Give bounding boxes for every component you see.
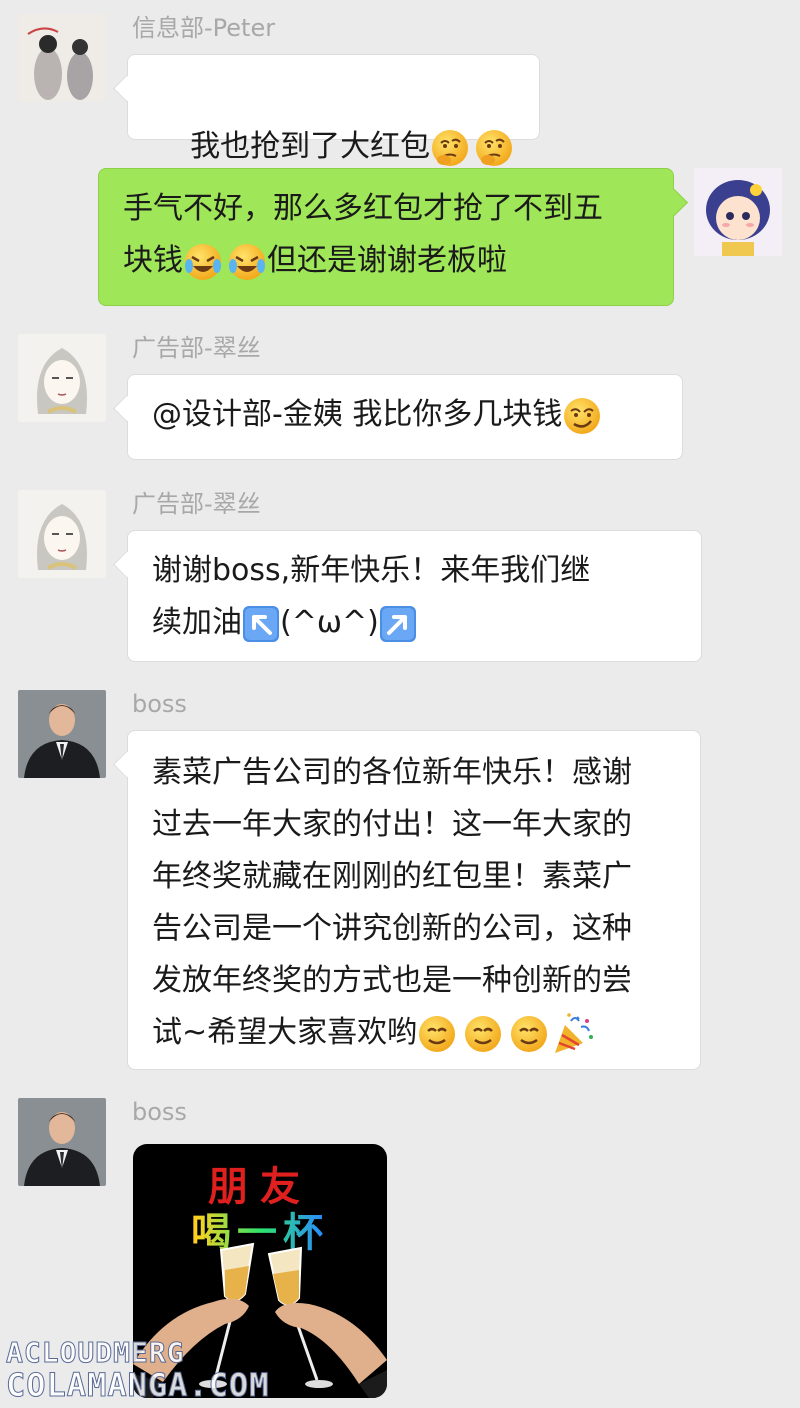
sender-name: 广告部-翠丝 bbox=[132, 334, 261, 362]
avatar-boss[interactable] bbox=[18, 690, 106, 778]
message-bubble[interactable]: 谢谢boss,新年快乐！来年我们继 续加油 (^ω^) bbox=[127, 530, 702, 662]
avatar-self[interactable] bbox=[694, 168, 782, 256]
smile-face-icon bbox=[465, 1015, 502, 1052]
sender-name: boss bbox=[132, 1098, 187, 1126]
message-text-line1: 素菜广告公司的各位新年快乐！感谢 bbox=[152, 755, 632, 790]
tears-of-joy-icon bbox=[185, 243, 221, 280]
cartoon-girl-avatar-icon bbox=[694, 168, 782, 256]
kaomoji-text: (^ω^) bbox=[280, 605, 379, 640]
message-text-line2: 块钱 bbox=[123, 243, 183, 278]
message-bubble-outgoing[interactable]: 手气不好，那么多红包才抢了不到五 块钱 但还是谢谢老板啦 bbox=[98, 168, 674, 306]
message-bubble[interactable]: @设计部-金姨 我比你多几块钱 bbox=[127, 374, 683, 460]
message-text-line1: 手气不好，那么多红包才抢了不到五 bbox=[123, 191, 603, 226]
avatar-cuisi[interactable] bbox=[18, 334, 106, 422]
watermark-line1: ACLOUDMERG bbox=[6, 1336, 185, 1370]
party-popper-icon bbox=[555, 1012, 594, 1053]
message-bubble[interactable]: 素菜广告公司的各位新年快乐！感谢 过去一年大家的付出！这一年大家的 年终奖就藏在… bbox=[127, 730, 701, 1070]
sender-name: 广告部-翠丝 bbox=[132, 490, 261, 518]
message-text-line3: 年终奖就藏在刚刚的红包里！素菜广 bbox=[152, 859, 632, 894]
arrow-upper-right-icon bbox=[379, 605, 416, 642]
businessman-avatar-icon bbox=[18, 1098, 106, 1186]
message-text-line6: 试~希望大家喜欢哟 bbox=[152, 1015, 418, 1050]
message-text-line5: 发放年终奖的方式也是一种创新的尝 bbox=[152, 963, 632, 998]
businessman-avatar-icon bbox=[18, 690, 106, 778]
smirk-face-icon bbox=[564, 397, 601, 434]
thinking-face-icon bbox=[432, 129, 469, 166]
message-text-line2: 续加油 bbox=[152, 605, 242, 640]
message-text: 我也抢到了大红包 bbox=[190, 129, 431, 164]
message-text-line2-end: 但还是谢谢老板啦 bbox=[267, 243, 507, 278]
message-text-line4: 告公司是一个讲究创新的公司，这种 bbox=[152, 911, 632, 946]
sender-name: 信息部-Peter bbox=[132, 14, 276, 42]
smile-face-icon bbox=[511, 1015, 548, 1052]
sketch-woman-avatar-icon bbox=[18, 490, 106, 578]
thinking-face-icon bbox=[476, 129, 513, 166]
avatar-peter[interactable] bbox=[18, 14, 106, 102]
arrow-upper-left-icon bbox=[243, 605, 279, 642]
message-text-line2: 过去一年大家的付出！这一年大家的 bbox=[152, 807, 632, 842]
sender-name: boss bbox=[132, 690, 187, 718]
avatar-boss[interactable] bbox=[18, 1098, 106, 1186]
tears-of-joy-icon bbox=[229, 243, 265, 280]
smile-face-icon bbox=[419, 1015, 456, 1052]
message-text-line1: 谢谢boss,新年快乐！来年我们继 bbox=[152, 553, 591, 588]
watermark-line2: COLAMANGA.COM bbox=[5, 1366, 270, 1405]
message-bubble[interactable]: 我也抢到了大红包 bbox=[127, 54, 540, 166]
avatar-cuisi[interactable] bbox=[18, 490, 106, 578]
sketch-woman-avatar-icon bbox=[18, 334, 106, 422]
message-text: @设计部-金姨 我比你多几块钱 bbox=[152, 397, 563, 432]
couple-avatar-icon bbox=[18, 14, 106, 102]
